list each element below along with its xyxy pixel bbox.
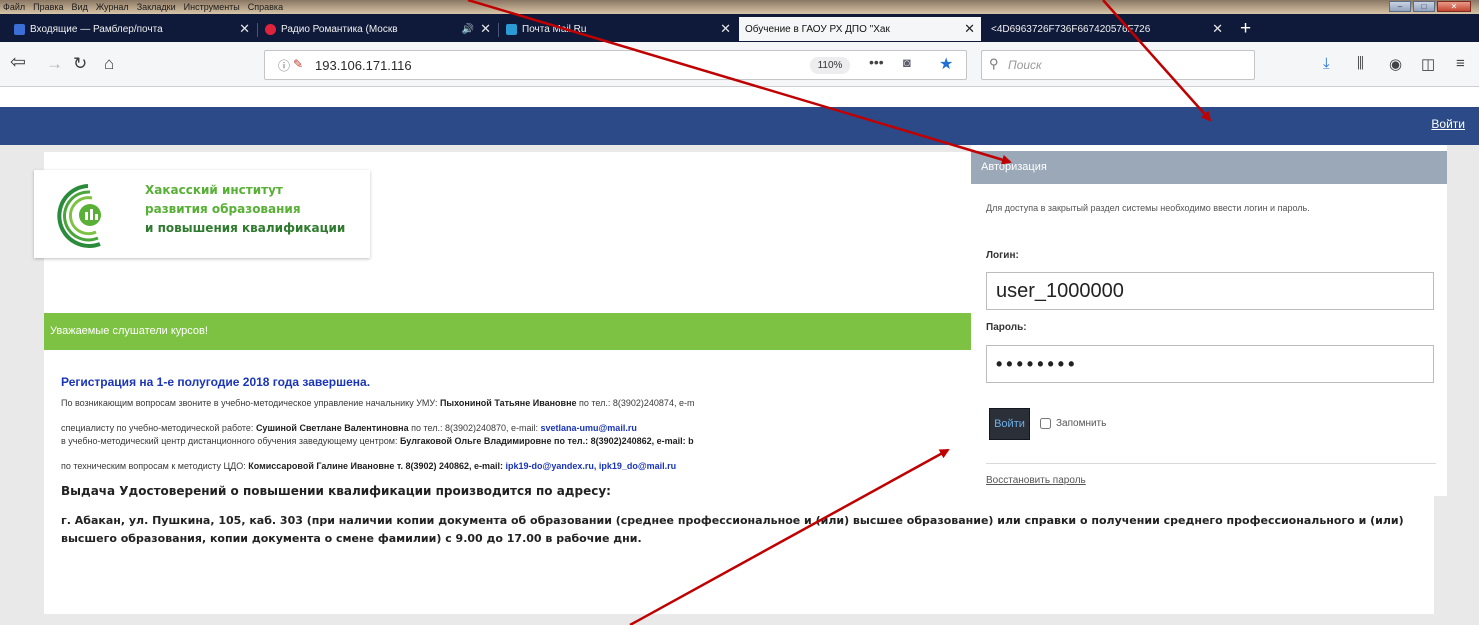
reload-button[interactable]: ↻ [73, 54, 87, 74]
menu-help[interactable]: Справка [248, 2, 283, 12]
remember-me[interactable]: Запомнить [1040, 418, 1106, 429]
url-bar[interactable]: ⓘ ✎ 193.106.171.116 110% ••• ◙ ★ [264, 50, 967, 80]
insecure-lock-icon[interactable]: ✎ [293, 57, 303, 71]
tab-radio-romantika[interactable]: Радио Романтика (Москв 🔊 ✕ [259, 17, 497, 41]
auth-description: Для доступа в закрытый раздел системы не… [986, 203, 1310, 213]
library-icon[interactable]: ⫼ [1357, 55, 1364, 72]
login-submit-button[interactable]: Войти [989, 408, 1030, 440]
menu-bar: Файл Правка Вид Журнал Закладки Инструме… [0, 0, 1479, 14]
download-icon[interactable]: ⤓ [1323, 55, 1330, 72]
navigation-toolbar: ⇦ → ↻ ⌂ ⓘ ✎ 193.106.171.116 110% ••• ◙ ★… [0, 42, 1479, 87]
info-icon[interactable]: ⓘ [278, 57, 290, 74]
tab-title: Обучение в ГАОУ РХ ДПО "Хак [745, 23, 890, 35]
menu-history[interactable]: Журнал [96, 2, 129, 12]
logo-emblem-icon [57, 184, 101, 248]
remember-label: Запомнить [1056, 418, 1107, 429]
menu-view[interactable]: Вид [72, 2, 88, 12]
zoom-level[interactable]: 110% [810, 57, 850, 74]
tab-rambler-mail[interactable]: Входящие — Рамблер/почта ✕ [8, 17, 256, 41]
search-icon: ⚲ [989, 56, 999, 71]
tab-mail-ru[interactable]: Почта Mail.Ru ✕ [500, 17, 737, 41]
login-field[interactable] [986, 272, 1434, 310]
menu-tools[interactable]: Инструменты [184, 2, 240, 12]
restore-password-link[interactable]: Восстановить пароль [986, 475, 1086, 486]
search-bar[interactable]: ⚲ Поиск [981, 50, 1255, 80]
password-label: Пароль: [986, 322, 1027, 333]
menu-edit[interactable]: Правка [33, 2, 63, 12]
auth-header: Авторизация [971, 151, 1447, 184]
tab-title: Входящие — Рамблер/почта [30, 23, 163, 35]
minimize-button[interactable]: – [1389, 1, 1411, 12]
logo-line-1: Хакасский институт [145, 183, 283, 197]
email-link[interactable]: svetlana-umu@mail.ru [541, 423, 637, 433]
close-window-button[interactable]: ✕ [1437, 1, 1471, 12]
tab-title: Почта Mail.Ru [522, 23, 587, 35]
back-button[interactable]: ⇦ [10, 51, 26, 74]
tab-hex-document[interactable]: <4D6963726F736F667420576F726 ✕ [985, 17, 1229, 41]
speaker-icon[interactable]: 🔊 [462, 24, 474, 35]
auth-panel: Авторизация Для доступа в закрытый разде… [971, 145, 1447, 496]
login-label: Логин: [986, 250, 1019, 261]
password-field[interactable] [986, 345, 1434, 383]
home-button[interactable]: ⌂ [104, 54, 114, 74]
header-login-link[interactable]: Войти [1431, 117, 1465, 131]
new-tab-button[interactable]: + [1240, 18, 1251, 40]
contact-line-umu: По возникающим вопросам звоните в учебно… [61, 398, 695, 408]
sidebar-icon[interactable]: ◫ [1421, 55, 1435, 73]
remember-checkbox[interactable] [1040, 418, 1051, 429]
menu-hamburger-icon[interactable]: ≡ [1456, 55, 1465, 72]
auth-title: Авторизация [981, 161, 1047, 173]
login-input[interactable] [987, 273, 1433, 309]
close-tab-icon[interactable]: ✕ [964, 21, 975, 37]
radio-favicon-icon [265, 23, 276, 35]
maximize-button[interactable]: □ [1413, 1, 1435, 12]
institute-logo: Хакасский институт развития образования … [34, 170, 370, 258]
notice-header: Уважаемые слушатели курсов! [44, 313, 971, 350]
site-header: Войти [0, 107, 1479, 145]
contact-line-technical: по техническим вопросам к методисту ЦДО:… [61, 461, 677, 471]
close-tab-icon[interactable]: ✕ [720, 21, 731, 37]
search-placeholder: Поиск [1008, 58, 1042, 72]
forward-button[interactable]: → [46, 54, 63, 74]
menu-file[interactable]: Файл [3, 2, 25, 12]
bookmark-star-icon[interactable]: ★ [939, 54, 953, 74]
tab-bar: Входящие — Рамблер/почта ✕ Радио Романти… [0, 14, 1479, 42]
email-link[interactable]: ipk19-do@yandex.ru, ipk19_do@mail.ru [506, 461, 677, 471]
sync-icon[interactable]: ◉ [1389, 55, 1402, 73]
page-actions-icon[interactable]: ••• [869, 54, 884, 70]
logo-line-3: и повышения квалификации [145, 221, 346, 235]
auth-divider [986, 463, 1436, 464]
contact-line-distance-center: в учебно-методический центр дистанционно… [61, 436, 694, 446]
logo-line-2: развития образования [145, 202, 301, 216]
tab-title: <4D6963726F736F667420576F726 [991, 23, 1151, 35]
contact-line-specialist: специалисту по учебно-методической работ… [61, 423, 637, 433]
registration-heading: Регистрация на 1-е полугодие 2018 года з… [61, 375, 371, 389]
mailru-favicon-icon [506, 23, 517, 35]
tab-active-training[interactable]: Обучение в ГАОУ РХ ДПО "Хак ✕ [739, 17, 981, 41]
rambler-favicon-icon [14, 23, 25, 35]
tab-separator [257, 23, 258, 37]
notice-title: Уважаемые слушатели курсов! [50, 325, 208, 337]
url-text[interactable]: 193.106.171.116 [315, 58, 412, 73]
close-tab-icon[interactable]: ✕ [480, 21, 491, 37]
tab-separator [498, 23, 499, 37]
close-tab-icon[interactable]: ✕ [1212, 21, 1223, 37]
tab-title: Радио Романтика (Москв [281, 23, 398, 35]
close-tab-icon[interactable]: ✕ [239, 21, 250, 37]
certificate-issue-heading: Выдача Удостоверений о повышении квалифи… [61, 484, 611, 498]
screenshot-root: Файл Правка Вид Журнал Закладки Инструме… [0, 0, 1479, 625]
pocket-icon[interactable]: ◙ [903, 55, 911, 70]
password-input[interactable] [987, 346, 1433, 382]
window-controls: – □ ✕ [1389, 1, 1471, 12]
certificate-issue-address: г. Абакан, ул. Пушкина, 105, каб. 303 (п… [61, 514, 1404, 545]
menu-bookmarks[interactable]: Закладки [137, 2, 176, 12]
